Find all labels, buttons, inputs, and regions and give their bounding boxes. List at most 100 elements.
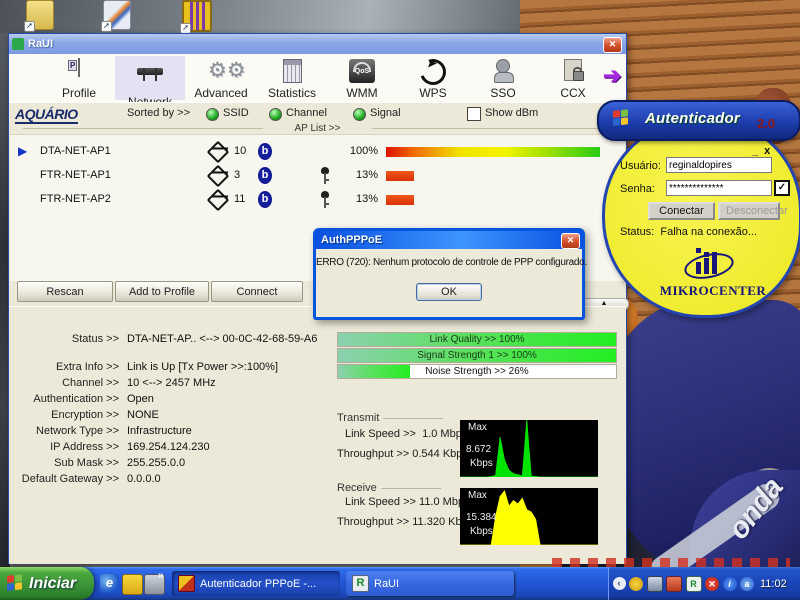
authpppoe-dialog: AuthPPPoE ✕ ERRO (720): Nenhum protocolo… [313,228,585,320]
ap-row-ftr-net-ap1[interactable]: FTR-NET-AP1 3 b 13% [10,164,625,188]
status-panel: Status >> DTA-NET-AP.. <--> 00-0C-42-68-… [9,306,626,564]
windows-logo-icon [7,574,24,593]
channel-icon [207,165,230,188]
raui-close-button[interactable]: ✕ [603,37,622,53]
dialog-close-button[interactable]: ✕ [561,233,580,249]
autenticador-banner[interactable]: Autenticador 2.0 [597,100,800,141]
transmit-section-label: Transmit [337,412,379,424]
tab-ccx[interactable]: CCX [538,56,608,100]
tray-ralink-icon[interactable]: R [686,576,702,592]
tray-disconnected-icon[interactable]: ✕ [705,577,719,591]
task-button-autenticador[interactable]: Autenticador PPPoE -... [172,571,340,596]
radio-sort-signal[interactable] [353,108,366,121]
photo-timestamp-fragment [552,558,790,567]
quicklaunch-browser-icon[interactable]: e [100,574,119,593]
shortcut-arrow-icon: ➚ [24,21,35,32]
encryption-key-icon [320,167,330,185]
autenticador-task-icon [178,575,195,592]
raui-app-icon [12,38,24,50]
dialog-ok-button[interactable]: OK [416,283,482,301]
rescan-button[interactable]: Rescan [17,281,113,302]
desconectar-button[interactable]: Desconectar [718,202,780,220]
ap-list-label: AP List >> [9,123,626,134]
raui-task-icon: R [352,575,369,592]
tab-sso[interactable]: SSO [468,56,538,100]
receive-throughput: Throughput >> 11.320 Kbps [337,516,473,528]
tab-advanced[interactable]: ⚙⚙ Advanced [186,56,256,100]
task-button-raui[interactable]: R RaUI [346,571,514,596]
desktop-icon-chart-app[interactable]: ➚ [182,0,212,32]
sorted-by-label: Sorted by >> [127,107,190,119]
mikrocenter-logo-icon [688,246,728,280]
dialog-error-message: ERRO (720): Nenhum protocolo de controle… [316,257,582,268]
quicklaunch-messenger-icon[interactable] [122,574,143,595]
tray-badge-icon[interactable] [629,577,643,591]
channel-icon [207,189,230,212]
receive-history-chart: Max 15.384 Kbps [460,488,598,545]
ap-row-ftr-net-ap2[interactable]: FTR-NET-AP2 11 b 13% [10,188,625,212]
conectar-button[interactable]: Conectar [648,202,715,220]
save-password-checkbox[interactable]: ✓ [774,180,790,196]
desktop-icon-folder[interactable]: ➚ [26,0,54,30]
signal-bar [386,147,600,157]
sso-icon [490,59,516,83]
taskbar-clock: 11:02 [760,578,787,590]
network-icon [137,68,163,92]
signal-bar [386,171,414,181]
senha-field[interactable] [666,180,772,196]
profile-icon: P [66,59,92,83]
channel-icon [207,141,230,164]
tab-statistics[interactable]: Statistics [257,56,327,100]
taskbar: Iniciar e » Autenticador PPPoE -... R Ra… [0,567,800,600]
link-quality-bar: Link Quality >> 100% [337,332,617,347]
show-dbm-label: Show dBm [485,107,538,119]
minimize-button[interactable]: _ [752,145,764,157]
tray-remote-connection-icon[interactable] [666,576,682,592]
wps-icon [420,59,446,83]
tab-wmm[interactable]: QoS WMM [327,56,397,100]
tab-network[interactable]: Network [115,56,185,100]
tray-info-icon[interactable]: i [723,577,737,591]
signal-strength-bar: Signal Strength 1 >> 100% [337,348,617,363]
add-to-profile-button[interactable]: Add to Profile [115,281,209,302]
statistics-icon [279,59,305,83]
desktop-icon-app-swoosh[interactable]: ➚ [103,0,131,30]
tray-language-icon[interactable]: a [740,577,754,591]
mode-b-icon: b [258,143,272,160]
aquario-logo: AQUÁRIO [15,106,78,124]
selected-ap-arrow-icon: ▶ [18,144,27,158]
close-button[interactable]: x [764,145,776,157]
system-tray: ‹ R ✕ i a 11:02 [608,567,800,600]
quicklaunch-overflow-chevron[interactable]: » [158,570,164,581]
signal-bar [386,195,414,205]
transmit-throughput: Throughput >> 0.544 Kbps [337,448,468,460]
mode-b-icon: b [258,167,272,184]
connect-button[interactable]: Connect [211,281,303,302]
radio-sort-ssid[interactable] [206,108,219,121]
tab-profile[interactable]: P Profile [44,56,114,100]
transmit-link-speed: Link Speed >> 1.0 Mbps [345,428,467,440]
raui-title-bar[interactable]: RaUI ✕ [9,34,626,54]
radio-sort-channel[interactable] [269,108,282,121]
tab-wps[interactable]: WPS [398,56,468,100]
desktop: onda ➚ ➚ ➚ RaUI ✕ P Profile Network [0,0,800,600]
noise-strength-bar: Noise Strength >> 26% [337,364,617,379]
gears-icon: ⚙⚙ [208,59,234,83]
ccx-icon [560,59,586,83]
authpppoe-title-bar[interactable]: AuthPPPoE ✕ [316,231,582,249]
toolbar-next-arrow-icon[interactable]: ➔ [603,56,621,96]
autenticador-minimize-close[interactable]: _x [752,145,776,157]
usuario-label: Usuário: [620,160,661,172]
sort-signal-label: Signal [370,107,401,119]
tray-network-icon[interactable] [647,576,663,592]
start-button[interactable]: Iniciar [0,567,94,600]
tray-hidden-icons-chevron[interactable]: ‹ [613,577,626,590]
show-dbm-checkbox[interactable] [467,107,481,121]
sort-ssid-label: SSID [223,107,249,119]
usuario-field[interactable] [666,157,772,173]
receive-section-label: Receive [337,482,377,494]
shortcut-arrow-icon: ➚ [101,21,112,32]
receive-link-speed: Link Speed >> 11.0 Mbps [345,496,470,508]
ap-row-dta-net-ap1[interactable]: ▶ DTA-NET-AP1 10 b 100% [10,140,625,164]
raui-window-title: RaUI [28,38,53,50]
